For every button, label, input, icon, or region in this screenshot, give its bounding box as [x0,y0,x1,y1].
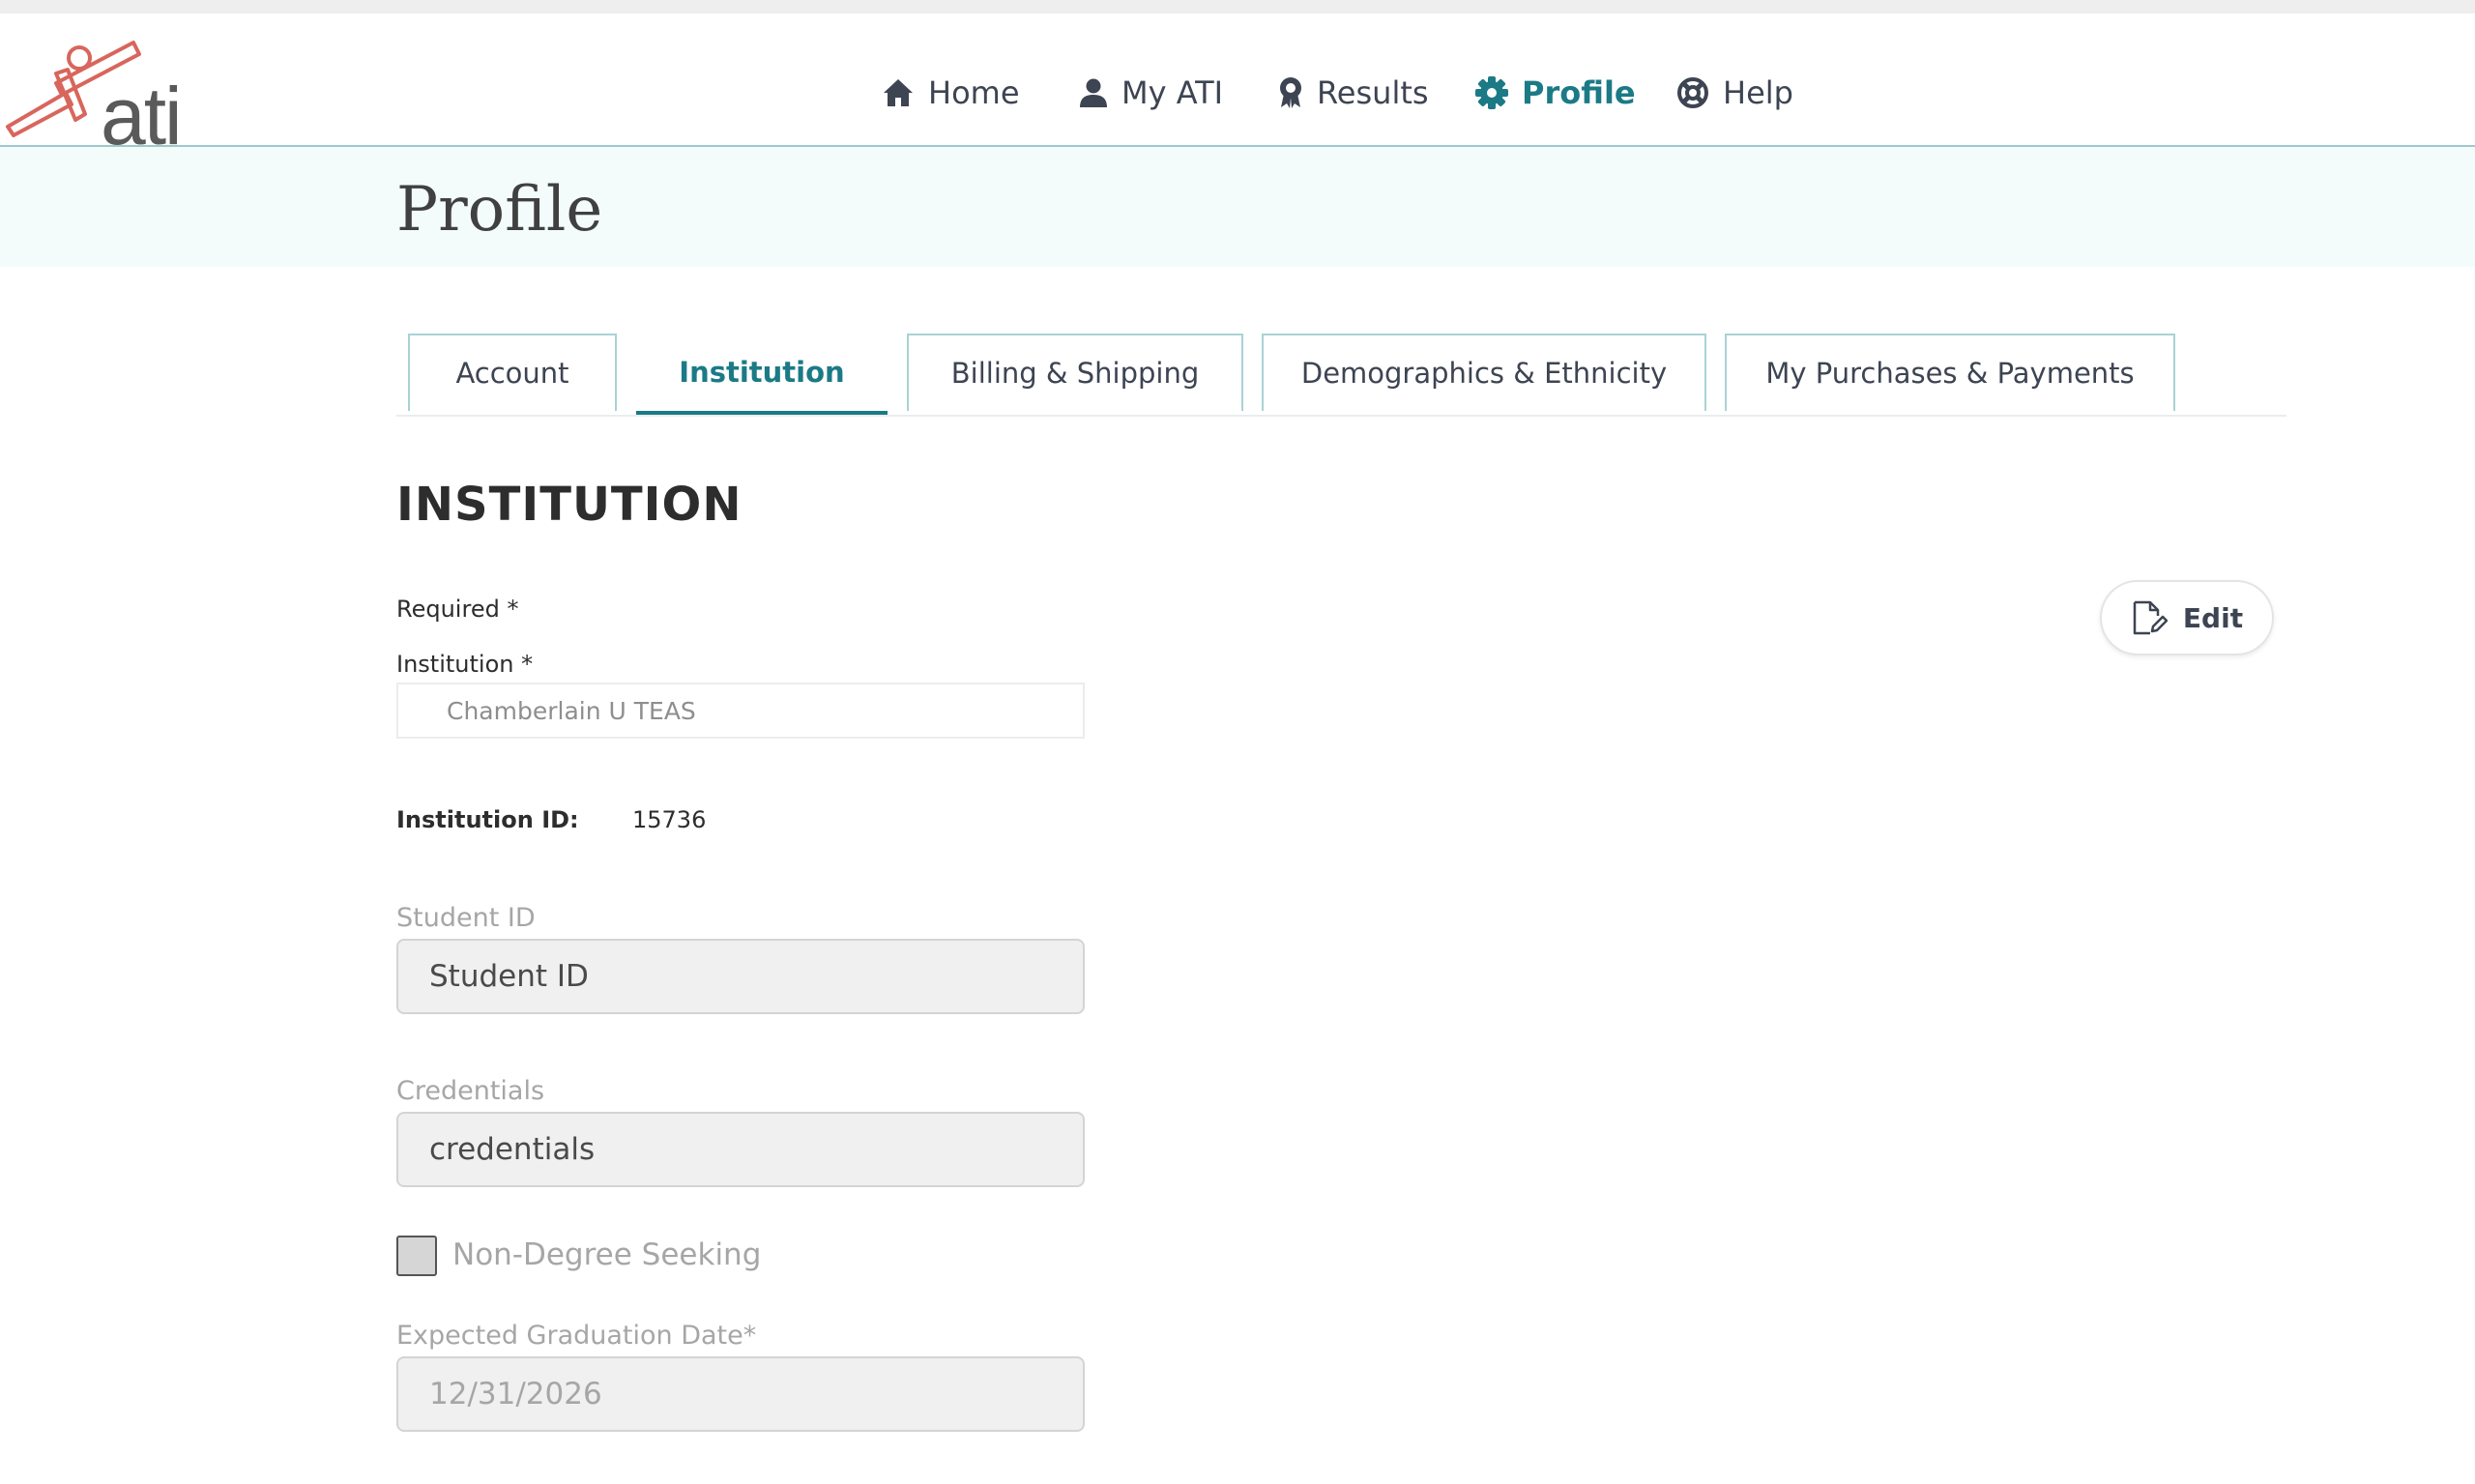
credentials-input[interactable] [396,1112,1085,1187]
nav-help[interactable]: Help [1676,73,1793,112]
tab-purchases-payments-label: My Purchases & Payments [1765,357,2135,390]
nav-home-label: Home [928,74,1020,111]
nav-home[interactable]: Home [882,73,1020,112]
nav-results[interactable]: Results [1278,73,1429,112]
grad-date-label: Expected Graduation Date* [396,1321,757,1351]
student-id-label: Student ID [396,903,536,933]
page-header-band: Profile [0,147,2475,267]
nav-help-label: Help [1723,74,1793,111]
grad-date-input[interactable] [396,1356,1085,1432]
nav-profile-label: Profile [1522,74,1636,111]
credentials-label: Credentials [396,1076,545,1106]
gear-icon [1475,76,1508,109]
tab-account-label: Account [455,357,569,390]
main-nav: Home My ATI Results Profile Help [0,27,2475,159]
institution-id-label: Institution ID: [396,806,579,833]
non-degree-label: Non-Degree Seeking [452,1237,762,1272]
profile-tabs: Account Institution Billing & Shipping D… [396,334,2286,417]
section-title: INSTITUTION [396,478,742,532]
edit-button[interactable]: Edit [2100,580,2274,655]
top-header: ati Home My ATI Results Profile Help [0,14,2475,161]
student-id-input[interactable] [396,939,1085,1014]
home-icon [884,79,913,106]
lifebuoy-icon [1677,77,1708,108]
nav-my-ati[interactable]: My ATI [1079,73,1223,112]
non-degree-checkbox[interactable] [396,1236,437,1276]
user-icon [1080,78,1107,107]
tab-purchases-payments[interactable]: My Purchases & Payments [1725,334,2175,411]
page-title: Profile [396,174,603,246]
nav-profile[interactable]: Profile [1475,73,1636,112]
tab-institution[interactable]: Institution [636,334,888,415]
tab-demographics-ethnicity[interactable]: Demographics & Ethnicity [1262,334,1706,411]
edit-button-label: Edit [2182,601,2244,634]
tab-institution-label: Institution [679,356,845,389]
institution-id-value: 15736 [632,806,707,833]
institution-label: Institution * [396,651,534,678]
nav-results-label: Results [1317,74,1429,111]
tab-billing-shipping[interactable]: Billing & Shipping [907,334,1243,411]
institution-field[interactable] [396,683,1085,739]
tab-billing-shipping-label: Billing & Shipping [950,357,1200,390]
browser-top-strip [0,0,2475,14]
tab-account[interactable]: Account [408,334,617,411]
nav-my-ati-label: My ATI [1121,74,1224,111]
required-note: Required * [396,596,519,623]
tab-demographics-ethnicity-label: Demographics & Ethnicity [1300,357,1668,390]
award-icon [1280,77,1301,108]
edit-document-icon [2133,600,2168,635]
